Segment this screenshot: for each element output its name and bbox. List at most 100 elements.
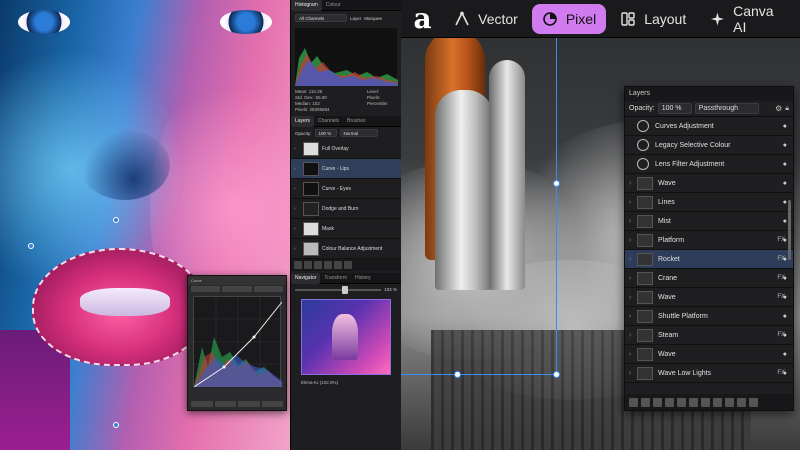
navigator-preview[interactable] (301, 299, 391, 375)
layer-mask[interactable]: › Mask (291, 219, 401, 239)
zoom-slider-thumb[interactable] (342, 285, 349, 294)
layer-row[interactable]: Legacy Selective Colour ● (625, 136, 793, 155)
channel-select[interactable]: All Channels (295, 14, 347, 22)
merge-icon[interactable] (725, 397, 734, 407)
layer-row[interactable]: Lens Filter Adjustment ● (625, 155, 793, 174)
layer-options-icon[interactable] (629, 397, 638, 407)
curves-option-button[interactable] (222, 286, 252, 292)
folder-icon[interactable] (641, 397, 650, 407)
layer-full-overlay[interactable]: › Full Overlay (291, 139, 401, 159)
add-pixel-layer-icon[interactable] (737, 397, 746, 407)
tab-layers[interactable]: Layers (291, 115, 315, 127)
layer-colour-balance[interactable]: › Colour Balance Adjustment (291, 239, 401, 259)
layer-row[interactable]: › Lines ● (625, 193, 793, 212)
visibility-eye-icon[interactable]: ● (783, 256, 787, 263)
fx-icon[interactable] (689, 397, 698, 407)
layer-row[interactable]: › Wave Low Lights FX ● (625, 364, 793, 383)
tab-history[interactable]: History (351, 273, 375, 284)
visibility-eye-icon[interactable]: ● (783, 294, 787, 301)
expand-arrow-icon[interactable]: › (629, 199, 637, 206)
layer-dodge-burn[interactable]: › Dodge and Burn (291, 199, 401, 219)
mask-icon[interactable] (304, 261, 312, 269)
group-icon[interactable] (334, 261, 342, 269)
expand-arrow-icon[interactable]: › (294, 186, 300, 192)
visibility-eye-icon[interactable]: ● (783, 142, 787, 149)
transform-handle[interactable] (454, 371, 461, 378)
expand-arrow-icon[interactable]: › (294, 146, 300, 152)
opacity-field[interactable]: 100 % (657, 103, 692, 114)
layer-row[interactable]: › Shuttle Platform ● (625, 307, 793, 326)
visibility-eye-icon[interactable]: ● (783, 218, 787, 225)
persona-canva-ai-button[interactable]: Canva AI (700, 3, 796, 35)
option-layer[interactable]: Layer (350, 16, 361, 21)
visibility-eye-icon[interactable]: ● (783, 180, 787, 187)
visibility-eye-icon[interactable]: ● (783, 332, 787, 339)
text-icon[interactable] (713, 397, 722, 407)
expand-arrow-icon[interactable]: › (294, 226, 300, 232)
layer-curve-eyes[interactable]: › Curve - Eyes (291, 179, 401, 199)
layer-row[interactable]: › Rocket FX ● (625, 250, 793, 269)
add-layer-icon[interactable] (294, 261, 302, 269)
blend-mode-select[interactable]: Normal (339, 129, 378, 137)
app-logo[interactable]: a (401, 0, 444, 38)
curves-input-field[interactable] (214, 401, 236, 407)
transform-handle[interactable] (553, 371, 560, 378)
expand-arrow-icon[interactable]: › (294, 246, 300, 252)
expand-arrow-icon[interactable]: › (629, 256, 637, 263)
layer-row[interactable]: › Wave ● (625, 174, 793, 193)
layer-row[interactable]: › Platform FX ● (625, 231, 793, 250)
tab-transform[interactable]: Transform (320, 273, 351, 284)
curves-graph[interactable] (193, 296, 283, 388)
expand-arrow-icon[interactable]: › (629, 218, 637, 225)
expand-arrow-icon[interactable]: › (629, 332, 637, 339)
expand-arrow-icon[interactable]: › (629, 275, 637, 282)
expand-arrow-icon[interactable]: › (629, 294, 637, 301)
visibility-eye-icon[interactable]: ● (783, 370, 787, 377)
visibility-eye-icon[interactable]: ● (783, 275, 787, 282)
tab-channels[interactable]: Channels (314, 116, 343, 127)
delete-icon[interactable] (749, 397, 758, 407)
visibility-eye-icon[interactable]: ● (783, 161, 787, 168)
lock-icon[interactable]: 🔒︎ (785, 105, 789, 113)
curves-dialog[interactable]: Curve (187, 275, 287, 411)
persona-pixel-button[interactable]: Pixel (531, 3, 607, 34)
fx-icon[interactable] (324, 261, 332, 269)
transform-handle[interactable] (553, 180, 560, 187)
expand-arrow-icon[interactable]: › (629, 351, 637, 358)
visibility-eye-icon[interactable]: ● (783, 351, 787, 358)
curves-input-field[interactable] (261, 401, 283, 407)
selection-handle[interactable] (113, 422, 119, 428)
layers-scrollbar[interactable] (788, 200, 791, 260)
opacity-field[interactable]: 100 % (314, 129, 337, 137)
layer-row[interactable]: › Crane FX ● (625, 269, 793, 288)
layers-panel[interactable]: Layers Opacity: 100 % Passthrough ⚙ 🔒︎ C… (624, 86, 794, 411)
persona-vector-button[interactable]: Vector (444, 4, 528, 34)
adjustment-icon[interactable] (665, 397, 674, 407)
expand-arrow-icon[interactable]: › (629, 237, 637, 244)
curves-input-field[interactable] (191, 401, 213, 407)
adjustment-icon[interactable] (314, 261, 322, 269)
selection-handle[interactable] (28, 243, 34, 249)
expand-arrow-icon[interactable]: › (629, 180, 637, 187)
curves-channel-select[interactable] (191, 286, 221, 292)
mask-icon[interactable] (653, 397, 662, 407)
stamp-icon[interactable] (701, 397, 710, 407)
visibility-eye-icon[interactable]: ● (783, 199, 787, 206)
layer-curve-lips[interactable]: › Curve - Lips (291, 159, 401, 179)
option-marquee[interactable]: Marquee (364, 16, 382, 21)
expand-arrow-icon[interactable]: › (294, 206, 300, 212)
blend-mode-select[interactable]: Passthrough (694, 103, 759, 114)
layer-row[interactable]: › Steam FX ● (625, 326, 793, 345)
expand-arrow-icon[interactable]: › (294, 166, 300, 172)
brush-icon[interactable] (677, 397, 686, 407)
zoom-slider[interactable] (295, 285, 382, 294)
tab-brushes[interactable]: Brushes (343, 116, 369, 127)
visibility-eye-icon[interactable]: ● (783, 313, 787, 320)
tab-colour[interactable]: Colour (322, 0, 345, 11)
layer-row[interactable]: › Mist ● (625, 212, 793, 231)
curves-input-field[interactable] (238, 401, 260, 407)
selection-handle[interactable] (113, 217, 119, 223)
visibility-eye-icon[interactable]: ● (783, 237, 787, 244)
expand-arrow-icon[interactable]: › (629, 370, 637, 377)
layer-row[interactable]: Curves Adjustment ● (625, 117, 793, 136)
